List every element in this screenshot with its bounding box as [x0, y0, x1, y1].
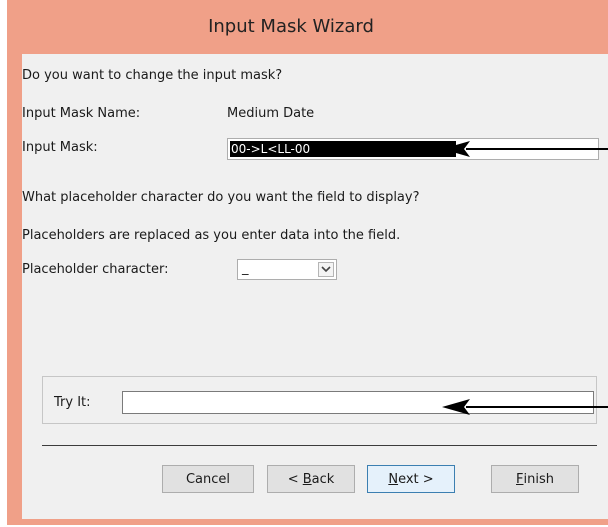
finish-button-rest: inish: [523, 471, 554, 487]
arrow-left-icon: [442, 141, 608, 157]
arrow-left-icon: [442, 399, 608, 415]
wizard-client-area: Do you want to change the input mask? In…: [22, 54, 608, 519]
separator-line: [42, 445, 597, 446]
next-button-accesskey: N: [388, 471, 399, 487]
back-button-rest: ack: [311, 471, 335, 487]
mask-name-value: Medium Date: [227, 106, 315, 121]
placeholder-note: Placeholders are replaced as you enter d…: [22, 228, 401, 243]
placeholder-question: What placeholder character do you want t…: [22, 190, 420, 205]
title-bar: Input Mask Wizard: [7, 0, 608, 52]
placeholder-value: _: [242, 261, 249, 276]
cancel-button-label: Cancel: [185, 471, 231, 487]
try-it-label: Try It:: [54, 395, 91, 410]
finish-button-accesskey: F: [516, 471, 524, 487]
mask-name-label: Input Mask Name:: [22, 106, 141, 121]
chevron-down-icon[interactable]: [318, 262, 334, 277]
window-title: Input Mask Wizard: [208, 15, 374, 37]
input-mask-selected-text: 00->L<LL-00: [230, 141, 456, 157]
back-button-prefix: <: [287, 471, 303, 487]
placeholder-label: Placeholder character:: [22, 262, 169, 277]
next-button-rest: ext >: [398, 471, 434, 487]
wizard-window: Input Mask Wizard Do you want to change …: [7, 0, 608, 525]
finish-button[interactable]: Finish: [491, 465, 579, 493]
back-button-accesskey: B: [302, 471, 312, 487]
question-text: Do you want to change the input mask?: [22, 68, 283, 83]
cancel-button[interactable]: Cancel: [162, 465, 254, 493]
placeholder-select[interactable]: _: [237, 259, 337, 280]
input-mask-label: Input Mask:: [22, 140, 98, 155]
back-button[interactable]: < Back: [267, 465, 355, 493]
next-button[interactable]: Next >: [367, 465, 455, 493]
